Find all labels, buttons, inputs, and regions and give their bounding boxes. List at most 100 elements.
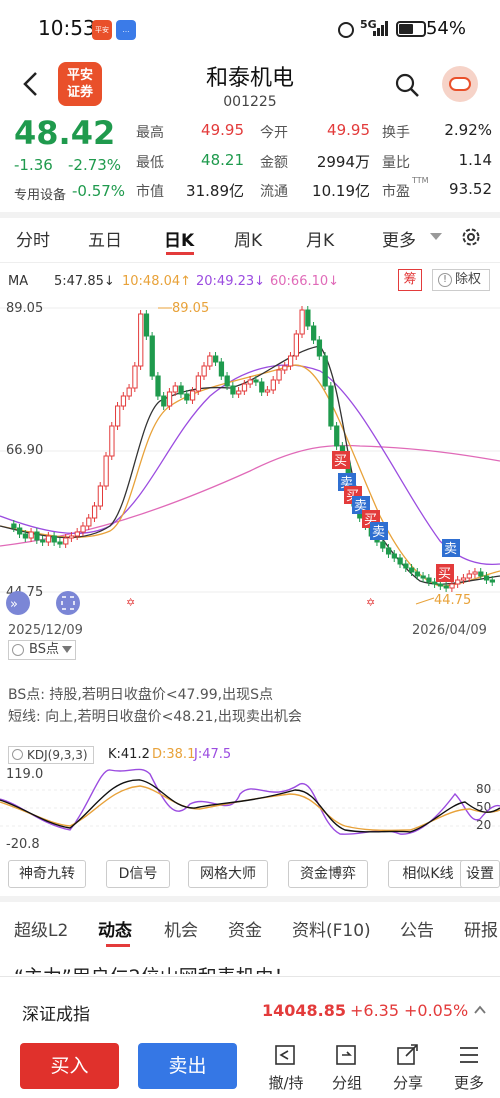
candle [259,381,265,393]
avatar[interactable] [442,66,478,102]
ma-label[interactable]: MA [8,274,28,289]
candle [97,485,103,507]
price-change: -1.36 [14,156,53,174]
tool-similar-k[interactable]: 相似K线 [388,860,468,888]
quote-field-value: 31.89亿 [186,182,244,200]
tool-d-signal[interactable]: D信号 [106,860,170,888]
svg-text:买: 买 [438,567,451,582]
fullscreen-icon [56,591,80,615]
candle [224,375,230,387]
tab-yanbao[interactable]: 研报 [464,916,500,941]
kdj-j-value: J:47.5 [194,747,232,762]
candle [155,375,161,397]
candle [34,531,40,541]
signal-buy-5: 买 [436,564,454,582]
search-icon[interactable] [394,72,420,98]
chip-distribution-button[interactable]: 筹 [398,269,422,291]
svg-text:»: » [10,597,18,612]
candle [414,571,421,577]
price-change-pct: -2.73% [68,156,122,174]
tool-shenqi[interactable]: 神奇九转 [8,860,86,888]
tab-zijin[interactable]: 资金 [228,916,262,941]
tab-rik[interactable]: 日K [164,226,194,251]
kdj-chart[interactable]: 119.0 -20.8 80 50 20 [0,764,500,848]
group-icon [336,1045,356,1065]
nav-share[interactable]: 分享 [383,1044,433,1093]
candle [264,389,271,393]
candle [230,385,236,395]
tool-fund-game[interactable]: 资金博弈 [288,860,368,888]
nav-label: 分组 [331,1074,362,1092]
tab-jihui[interactable]: 机会 [164,916,198,941]
index-change: +6.35 [350,1001,400,1020]
candle [293,333,299,357]
candle [334,425,340,447]
candle [420,575,426,579]
candle [184,393,190,401]
signal-sell-4: 卖 [370,522,388,540]
kdj-ref-80: 80 [476,782,491,796]
tab-gonggao[interactable]: 公告 [400,916,434,941]
kdj-k-value: K:41.2 [108,747,150,762]
candle [391,553,397,559]
candle [305,309,311,327]
candle [149,335,155,377]
candle [299,309,305,335]
candle [380,541,386,549]
divider [0,896,500,902]
candle [166,391,173,407]
low-marker-line [415,597,435,605]
tab-wuri[interactable]: 五日 [88,226,122,251]
tab-dongtai[interactable]: 动态 [98,916,132,941]
candle [403,563,409,569]
tab-l2[interactable]: 超级L2 [14,916,68,941]
gear-icon[interactable] [460,226,482,248]
tab-yuek[interactable]: 月K [306,226,334,251]
candle [63,537,69,545]
nav-group[interactable]: 分组 [322,1044,372,1093]
candle [282,365,288,371]
tab-zhouk[interactable]: 周K [234,226,262,251]
candle [11,523,17,529]
tab-fenshi[interactable]: 分时 [16,226,50,251]
quote-field-value: 10.19亿 [312,182,370,200]
candle [287,355,294,367]
divider [0,212,500,218]
tool-grid[interactable]: 网格大师 [188,860,268,888]
tab-f10[interactable]: 资料(F10) [292,916,371,941]
zoom-control-left: » [6,591,30,615]
quote-field-value: 49.95 [327,121,370,139]
candle [126,387,132,397]
tab-more[interactable]: 更多 [382,226,416,251]
tool-settings[interactable]: 设置 [460,860,500,888]
buy-button[interactable]: 买入 [20,1043,119,1089]
nav-more[interactable]: 更多 [444,1044,494,1093]
index-value: 14048.85 [262,1001,347,1020]
sector-label[interactable]: 专用设备 [14,184,66,203]
candle [472,571,478,575]
ma10-value: 10:48.04↑ [122,274,192,289]
chevron-up-icon[interactable] [474,1004,486,1016]
news-preview[interactable]: “主力”用户仁2位山网和表机由！ [14,960,494,974]
candle [397,557,403,565]
quote-field-value: 48.21 [201,151,244,169]
candle [276,369,282,381]
index-name[interactable]: 深证成指 [22,1000,90,1025]
chevron-down-icon [430,233,442,240]
candles [11,306,495,592]
candle [40,539,46,543]
signal-sell-5: 卖 [442,539,460,557]
quote-field-value: 2.92% [444,121,492,139]
high-marker-label: 89.05 [172,301,209,316]
nav-cancel-hold[interactable]: 撤/持 [261,1044,311,1093]
sector-change-pct: -0.57% [72,182,126,200]
candle [247,379,253,385]
menu-icon [460,1047,478,1063]
bs-info-line2: 短线: 向上,若明日收盘价<48.21,出现卖出机会 [8,709,302,725]
sell-button[interactable]: 卖出 [138,1043,237,1089]
kline-chart[interactable]: 89.05 66.90 44.75 89.05 44.75 买 卖 买 卖 买 … [0,296,500,646]
candle [322,355,328,387]
alarm-icon [338,22,354,38]
candle [189,390,196,401]
active-tab-indicator [106,944,130,947]
